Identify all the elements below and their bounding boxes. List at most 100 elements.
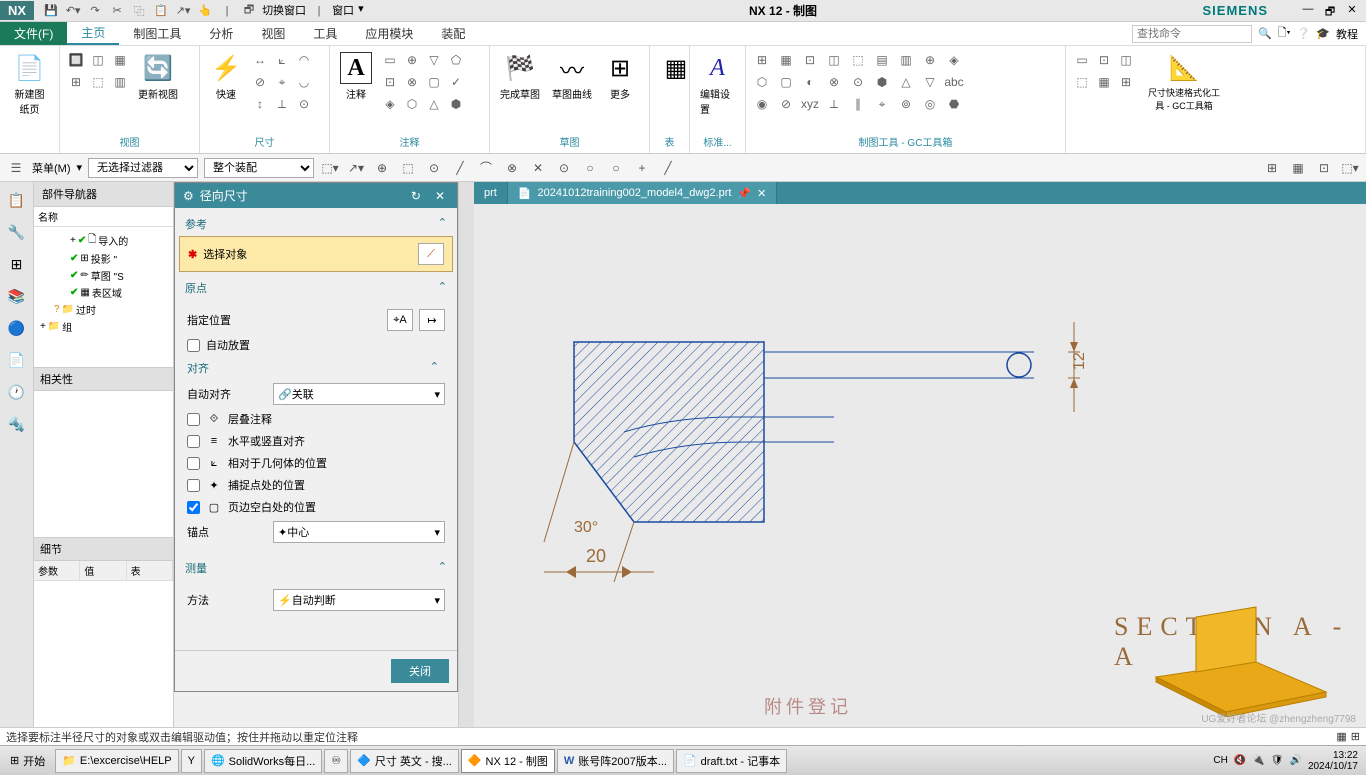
tray-icon[interactable]: 🔇 bbox=[1234, 755, 1246, 766]
edit-settings-button[interactable]: A 编辑设置 bbox=[696, 50, 739, 118]
pin-icon[interactable]: 📌 bbox=[737, 187, 751, 200]
sel-icon[interactable]: + bbox=[632, 158, 652, 178]
view-icon[interactable]: 🔲 bbox=[66, 50, 86, 70]
pick-icon[interactable]: ⟋ bbox=[418, 243, 444, 265]
gc-icon[interactable]: ◈ bbox=[944, 50, 964, 70]
snap-check[interactable]: ✦捕捉点处的位置 bbox=[187, 474, 445, 496]
dim-icon[interactable]: ◠ bbox=[294, 50, 314, 70]
status-icon[interactable]: ⊞ bbox=[1351, 730, 1360, 743]
gc-icon[interactable]: ◐ bbox=[800, 72, 820, 92]
view-icon[interactable]: ⬚ bbox=[88, 72, 108, 92]
gc-icon[interactable]: xyz bbox=[800, 94, 820, 114]
annot-icon[interactable]: ▭ bbox=[380, 50, 400, 70]
file-menu[interactable]: 文件(F) bbox=[0, 22, 67, 45]
gc-icon[interactable]: abc bbox=[944, 72, 964, 92]
view-icon[interactable]: ◫ bbox=[88, 50, 108, 70]
drawing-canvas[interactable]: prt 📄20241012training002_model4_dwg2.prt… bbox=[474, 182, 1366, 727]
chevron-down-icon[interactable]: ▾ bbox=[77, 161, 83, 174]
touch-icon[interactable]: 👆 bbox=[196, 2, 214, 20]
redo-icon[interactable]: ↷ bbox=[86, 2, 104, 20]
section-origin[interactable]: 原点⌃ bbox=[179, 276, 453, 300]
window-switch-icon[interactable]: 🗗 bbox=[240, 2, 258, 20]
tab-tools[interactable]: 工具 bbox=[299, 22, 351, 45]
gc-icon[interactable]: ⊞ bbox=[752, 50, 772, 70]
section-measure[interactable]: 测量⌃ bbox=[179, 556, 453, 580]
command-search-input[interactable] bbox=[1132, 25, 1252, 43]
arrow-icon[interactable]: ↦ bbox=[419, 309, 445, 331]
dropdown-icon[interactable]: 🗋▾ bbox=[1278, 24, 1291, 43]
anchor-combo[interactable]: ✦中心▾ bbox=[273, 521, 445, 543]
tutorial-label[interactable]: 教程 bbox=[1336, 26, 1358, 42]
nav-detail[interactable]: 细节 bbox=[34, 537, 173, 561]
sel-icon[interactable]: ⊙ bbox=[424, 158, 444, 178]
annot-icon[interactable]: ⊕ bbox=[402, 50, 422, 70]
gc-icon[interactable]: ◎ bbox=[920, 94, 940, 114]
dim-icon[interactable]: ↕ bbox=[250, 94, 270, 114]
section-reference[interactable]: 参考⌃ bbox=[179, 212, 453, 236]
tab-application[interactable]: 应用模块 bbox=[351, 22, 427, 45]
gc-icon[interactable]: ⬚ bbox=[848, 50, 868, 70]
tab-analysis[interactable]: 分析 bbox=[195, 22, 247, 45]
annot-icon[interactable]: ⬢ bbox=[446, 94, 466, 114]
view-icon[interactable]: ⊞ bbox=[1262, 158, 1282, 178]
dim-icon[interactable]: ◡ bbox=[294, 72, 314, 92]
reset-icon[interactable]: ↻ bbox=[407, 189, 425, 203]
annot-icon[interactable]: ⊡ bbox=[380, 72, 400, 92]
gc-icon[interactable]: ⬢ bbox=[872, 72, 892, 92]
view-icon[interactable]: ⊞ bbox=[66, 72, 86, 92]
sel-icon[interactable]: ⊗ bbox=[502, 158, 522, 178]
paste-icon[interactable]: 📋 bbox=[152, 2, 170, 20]
minimize-button[interactable]: — bbox=[1298, 3, 1318, 19]
clock[interactable]: 13:222024/10/17 bbox=[1308, 750, 1358, 772]
sel-icon[interactable]: ⌒ bbox=[476, 158, 496, 178]
tray-icon[interactable]: 🔊 bbox=[1289, 755, 1301, 766]
rail-history-icon[interactable]: 📚 bbox=[5, 284, 29, 308]
hv-align-check[interactable]: ≡水平或竖直对齐 bbox=[187, 430, 445, 452]
gc-icon[interactable]: ◉ bbox=[752, 94, 772, 114]
position-icon[interactable]: ⌖A bbox=[387, 309, 413, 331]
gc-icon[interactable]: ⊚ bbox=[896, 94, 916, 114]
annotate-button[interactable]: A 注释 bbox=[336, 50, 376, 103]
maximize-button[interactable]: 🗗 bbox=[1320, 3, 1340, 19]
gc-icon[interactable]: ∥ bbox=[848, 94, 868, 114]
switch-window-label[interactable]: 切换窗口 bbox=[262, 2, 306, 20]
gear-icon[interactable]: ⚙ bbox=[183, 189, 194, 203]
update-view-button[interactable]: 🔄 更新视图 bbox=[134, 50, 182, 103]
view-icon[interactable]: ▦ bbox=[1288, 158, 1308, 178]
dialog-close-button[interactable]: 关闭 bbox=[391, 659, 449, 683]
save-icon[interactable]: 💾 bbox=[42, 2, 60, 20]
gc-icon[interactable]: ◫ bbox=[824, 50, 844, 70]
ime-indicator[interactable]: CH bbox=[1213, 755, 1227, 766]
rail-web-icon[interactable]: 🔵 bbox=[5, 316, 29, 340]
view-icon[interactable]: ⬚▾ bbox=[1340, 158, 1360, 178]
dim-icon[interactable]: ⊘ bbox=[250, 72, 270, 92]
gc-icon[interactable]: ⟂ bbox=[824, 94, 844, 114]
annot-icon[interactable]: ✓ bbox=[446, 72, 466, 92]
annot-icon[interactable]: △ bbox=[424, 94, 444, 114]
gc-icon[interactable]: ⊡ bbox=[800, 50, 820, 70]
task-item[interactable]: 🔷尺寸 英文 - 搜... bbox=[350, 749, 459, 773]
task-item[interactable]: W账号阵2007版本... bbox=[557, 749, 674, 773]
gc-icon[interactable]: ⬡ bbox=[752, 72, 772, 92]
gc-icon[interactable]: ⌖ bbox=[872, 94, 892, 114]
gc-icon[interactable]: ⊘ bbox=[776, 94, 796, 114]
dim-icon[interactable]: ↔ bbox=[250, 50, 270, 70]
rail-nav-icon[interactable]: 📋 bbox=[5, 188, 29, 212]
sel-icon[interactable]: ╱ bbox=[450, 158, 470, 178]
task-item[interactable]: 🌐SolidWorks每日... bbox=[204, 749, 322, 773]
search-icon[interactable]: 🔍 bbox=[1258, 27, 1272, 40]
task-item[interactable]: 📄draft.txt - 记事本 bbox=[676, 749, 787, 773]
sel-icon[interactable]: ╱ bbox=[658, 158, 678, 178]
dim-icon[interactable]: ⌖ bbox=[272, 72, 292, 92]
tab-close-icon[interactable]: ✕ bbox=[757, 187, 766, 200]
rapid-dim-button[interactable]: ⚡ 快速 bbox=[206, 50, 246, 103]
gc-icon[interactable]: ▥ bbox=[896, 50, 916, 70]
select-object-row[interactable]: ✱ 选择对象 ⟋ bbox=[179, 236, 453, 272]
fmt-icon[interactable]: ⊞ bbox=[1116, 72, 1136, 92]
sel-icon[interactable]: ↗▾ bbox=[346, 158, 366, 178]
gc-icon[interactable]: ▦ bbox=[776, 50, 796, 70]
gc-icon[interactable]: △ bbox=[896, 72, 916, 92]
tray-icon[interactable]: 🔌 bbox=[1252, 755, 1264, 766]
copy-icon[interactable]: ⿻ bbox=[130, 2, 148, 20]
doc-tab[interactable]: prt bbox=[474, 182, 508, 204]
